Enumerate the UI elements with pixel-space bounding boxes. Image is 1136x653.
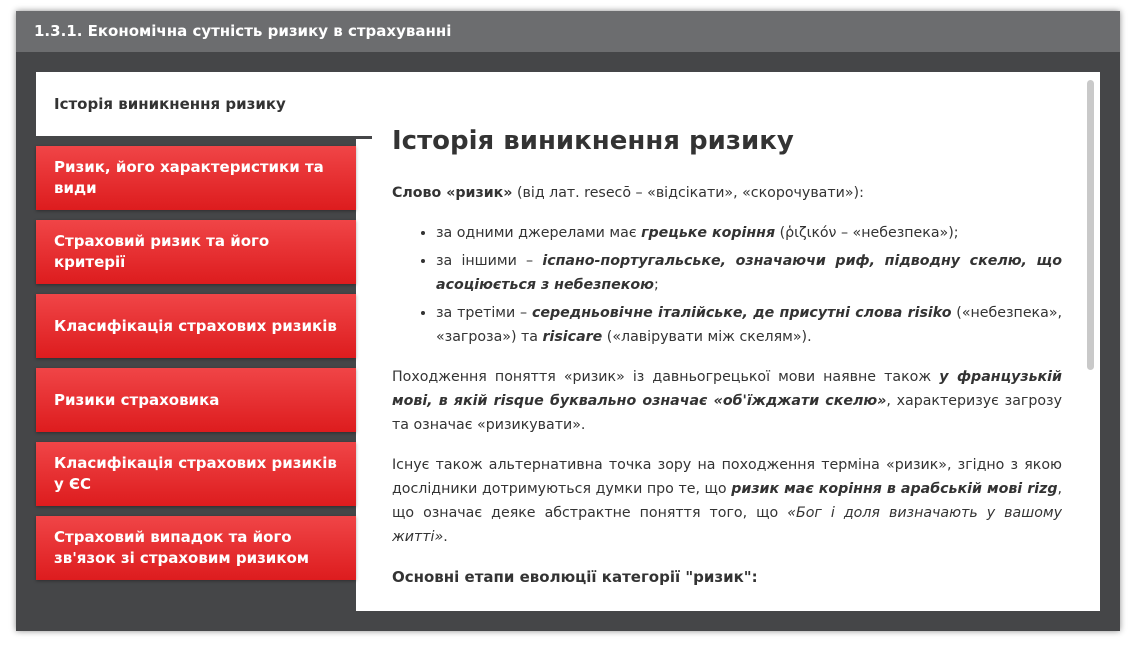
content-panel: Історія виникнення ризику Ризик, його ха… — [36, 72, 1100, 611]
paragraph-arabic-origin: Існує також альтернативна точка зору на … — [392, 453, 1062, 549]
origin-list: за одними джерелами має грецьке коріння … — [392, 221, 1062, 349]
bullet-text: за іншими – — [436, 253, 543, 269]
tab-insured-event[interactable]: Страховий випадок та його зв'язок зі стр… — [36, 516, 356, 580]
scrollbar-thumb[interactable] — [1087, 80, 1094, 370]
paragraph-text: Походження поняття «ризик» із давньогрец… — [392, 369, 940, 385]
bullet-text: («лавірувати між скелям»). — [602, 329, 812, 345]
intro-rest: (від лат. resecō – «відсікати», «скорочу… — [512, 185, 864, 201]
list-item: за одними джерелами має грецьке коріння … — [436, 221, 1062, 245]
paragraph-emphasis: ризик має коріння в арабській мові rizg — [731, 481, 1058, 497]
topic-tabs: Історія виникнення ризику Ризик, його ха… — [36, 72, 372, 611]
bullet-text: ; — [653, 277, 659, 293]
tab-insurance-risk-criteria[interactable]: Страховий ризик та його критерії — [36, 220, 356, 284]
tab-label: Ризик, його характеристики та види — [54, 158, 324, 197]
tab-eu-risk-classification[interactable]: Класифікація страхових ризиків у ЄС — [36, 442, 356, 506]
bullet-text: за третіми – — [436, 305, 532, 321]
evolution-subheading: Основні етапи еволюції категорії "ризик"… — [392, 568, 758, 586]
tab-label: Класифікація страхових ризиків у ЄС — [54, 454, 337, 493]
bullet-emphasis: середньовічне італійське, де присутні сл… — [531, 305, 952, 321]
bullet-text: (ῥιζικόν – «небезпека»); — [775, 225, 959, 241]
intro-bold: Слово «ризик» — [392, 185, 513, 201]
tab-insurer-risks[interactable]: Ризики страховика — [36, 368, 356, 432]
tab-label: Класифікація страхових ризиків — [54, 316, 337, 335]
tab-label: Ризики страховика — [54, 390, 220, 409]
paragraph-text: . — [443, 529, 448, 545]
window-title: 1.3.1. Економічна сутність ризику в стра… — [16, 11, 1120, 52]
list-item: за третіми – середньовічне італійське, д… — [436, 301, 1062, 349]
tab-label: Страховий випадок та його зв'язок зі стр… — [54, 528, 310, 567]
list-item: за іншими – іспано-португальське, означа… — [436, 249, 1062, 297]
course-window: 1.3.1. Економічна сутність ризику в стра… — [16, 11, 1120, 631]
tab-risk-characteristics[interactable]: Ризик, його характеристики та види — [36, 146, 356, 210]
tab-label: Страховий ризик та його критерії — [54, 232, 270, 271]
tab-history-of-risk[interactable]: Історія виникнення ризику — [36, 72, 372, 136]
bullet-emphasis: risicare — [542, 329, 603, 345]
bullet-emphasis: грецьке коріння — [641, 225, 776, 241]
intro-paragraph: Слово «ризик» (від лат. resecō – «відсік… — [392, 181, 1062, 205]
paragraph-french-origin: Походження поняття «ризик» із давньогрец… — [392, 365, 1062, 437]
bullet-text: за одними джерелами має — [436, 225, 642, 241]
tab-label: Історія виникнення ризику — [54, 94, 286, 113]
article: Історія виникнення ризику Слово «ризик» … — [392, 123, 1062, 589]
tab-risk-classification[interactable]: Класифікація страхових ризиків — [36, 294, 356, 358]
article-heading: Історія виникнення ризику — [392, 126, 794, 156]
